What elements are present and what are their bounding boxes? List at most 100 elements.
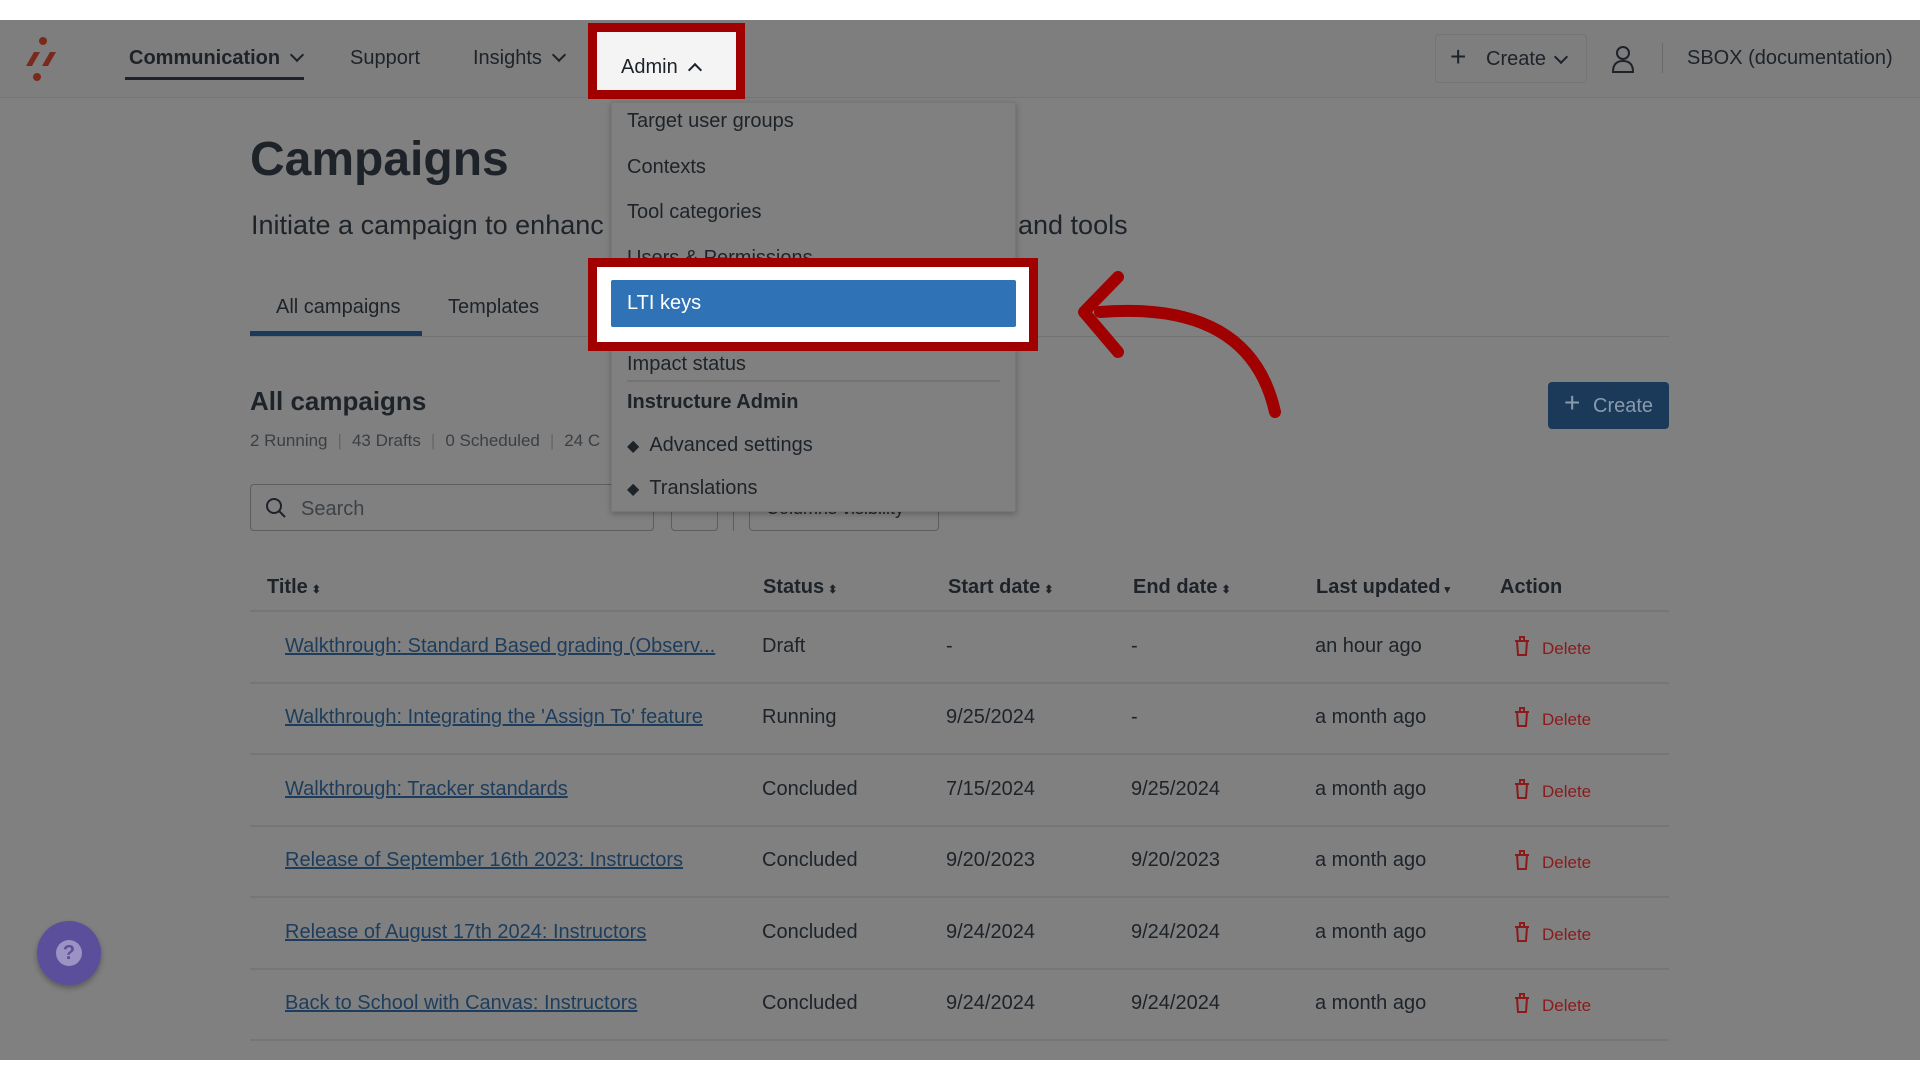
delete-label: Delete xyxy=(1542,996,1592,1015)
create-campaign-button[interactable]: + Create xyxy=(1548,382,1669,429)
sort-icon: ⬍ xyxy=(828,584,838,596)
delete-label: Delete xyxy=(1542,925,1592,944)
campaign-title-link[interactable]: Release of September 16th 2023: Instruct… xyxy=(285,849,683,872)
campaign-start-date: 9/24/2024 xyxy=(946,921,1035,943)
nav-admin-label: Admin xyxy=(621,56,678,78)
help-button[interactable]: ? xyxy=(37,921,101,985)
trash-icon xyxy=(1515,850,1529,870)
plus-icon: + xyxy=(1564,387,1581,418)
sort-icon: ⬍ xyxy=(1044,584,1054,596)
menu-item-contexts[interactable]: Contexts xyxy=(627,156,706,179)
column-end-label: End date xyxy=(1133,576,1218,598)
menu-item-tool-categories[interactable]: Tool categories xyxy=(627,201,762,224)
row-divider xyxy=(250,682,1669,684)
campaign-end-date: 9/25/2024 xyxy=(1131,778,1220,800)
account-name[interactable]: SBOX (documentation) xyxy=(1687,47,1893,70)
row-divider xyxy=(250,968,1669,970)
tab-templates[interactable]: Templates xyxy=(448,296,539,319)
column-last-updated[interactable]: Last updated ▾ xyxy=(1316,576,1450,599)
page-subtitle-start: Initiate a campaign to enhanc xyxy=(251,210,604,240)
campaign-status: Running xyxy=(762,706,837,728)
instructure-icon: ◆ xyxy=(627,438,640,455)
plus-icon: + xyxy=(1450,41,1467,72)
campaign-title-link[interactable]: Walkthrough: Integrating the 'Assign To'… xyxy=(285,706,703,729)
nav-support[interactable]: Support xyxy=(350,47,420,70)
instructure-icon: ◆ xyxy=(627,481,640,498)
chevron-down-icon xyxy=(551,47,567,63)
trash-icon xyxy=(1515,707,1529,727)
trash-icon xyxy=(1515,779,1529,799)
campaign-end-date: 9/24/2024 xyxy=(1131,921,1220,943)
campaign-start-date: 9/20/2023 xyxy=(946,849,1035,871)
campaign-title-link[interactable]: Walkthrough: Standard Based grading (Obs… xyxy=(285,635,715,658)
campaign-title-link[interactable]: Release of August 17th 2024: Instructors xyxy=(285,921,646,944)
active-tab-indicator xyxy=(250,331,422,336)
delete-button[interactable]: Delete xyxy=(1512,992,1591,1017)
campaign-title-link[interactable]: Back to School with Canvas: Instructors xyxy=(285,992,637,1015)
create-menu-button[interactable]: + Create xyxy=(1435,34,1587,83)
nav-communication[interactable]: Communication xyxy=(129,47,305,70)
user-icon[interactable] xyxy=(1610,44,1636,74)
column-start-label: Start date xyxy=(948,576,1041,598)
row-divider xyxy=(250,825,1669,827)
nav-communication-label: Communication xyxy=(129,47,281,69)
campaign-last-updated: a month ago xyxy=(1315,706,1427,728)
row-divider xyxy=(250,753,1669,755)
app-logo[interactable] xyxy=(20,36,64,82)
campaign-end-date: 9/20/2023 xyxy=(1131,849,1220,871)
campaign-stats: 2 Running | 43 Drafts | 0 Scheduled | 24 C xyxy=(250,431,601,450)
column-title[interactable]: Title ⬍ xyxy=(267,576,321,599)
campaign-title-link[interactable]: Walkthrough: Tracker standards xyxy=(285,778,568,801)
sort-icon: ⬍ xyxy=(1221,584,1231,596)
campaign-last-updated: an hour ago xyxy=(1315,635,1422,657)
delete-button[interactable]: Delete xyxy=(1512,921,1591,946)
menu-item-impact-status[interactable]: Impact status xyxy=(627,353,746,376)
delete-button[interactable]: Delete xyxy=(1512,849,1591,874)
campaign-end-date: - xyxy=(1131,635,1138,657)
campaign-last-updated: a month ago xyxy=(1315,778,1427,800)
delete-button[interactable]: Delete xyxy=(1512,778,1591,803)
nav-divider xyxy=(1662,43,1663,73)
question-icon: ? xyxy=(56,940,82,966)
column-start-date[interactable]: Start date ⬍ xyxy=(948,576,1053,599)
nav-admin[interactable]: Admin xyxy=(588,23,745,99)
tab-all-campaigns[interactable]: All campaigns xyxy=(276,296,401,319)
stat-concluded: 24 C xyxy=(564,431,601,450)
column-updated-label: Last updated xyxy=(1316,576,1441,598)
nav-insights-label: Insights xyxy=(473,47,542,69)
section-title: All campaigns xyxy=(250,386,427,416)
menu-item-translations[interactable]: ◆ Translations xyxy=(627,477,758,500)
active-nav-underline xyxy=(125,77,304,80)
column-end-date[interactable]: End date ⬍ xyxy=(1133,576,1231,599)
stat-drafts: 43 Drafts xyxy=(351,431,421,450)
page-title: Campaigns xyxy=(250,133,509,186)
search-placeholder: Search xyxy=(301,498,365,520)
delete-button[interactable]: Delete xyxy=(1512,635,1591,660)
menu-item-advanced-settings[interactable]: ◆ Advanced settings xyxy=(627,434,813,457)
chevron-down-icon xyxy=(290,47,305,63)
row-divider xyxy=(250,1039,1669,1041)
delete-label: Delete xyxy=(1542,782,1592,801)
trash-icon xyxy=(1515,993,1529,1013)
page-subtitle-end: and tools xyxy=(1018,210,1128,240)
search-input[interactable]: Search xyxy=(250,484,654,531)
row-divider xyxy=(250,896,1669,898)
delete-button[interactable]: Delete xyxy=(1512,706,1591,731)
column-action: Action xyxy=(1500,576,1563,598)
column-status-label: Status xyxy=(763,576,825,598)
delete-label: Delete xyxy=(1542,710,1592,729)
campaign-start-date: 9/25/2024 xyxy=(946,706,1035,728)
campaign-status: Concluded xyxy=(762,778,858,800)
sort-desc-icon: ▾ xyxy=(1444,584,1450,596)
menu-item-target-user-groups[interactable]: Target user groups xyxy=(627,110,794,133)
campaign-start-date: 7/15/2024 xyxy=(946,778,1035,800)
menu-item-lti-keys[interactable]: LTI keys xyxy=(611,280,1016,327)
campaign-start-date: 9/24/2024 xyxy=(946,992,1035,1014)
create-campaign-label: Create xyxy=(1593,395,1654,417)
campaign-end-date: - xyxy=(1131,706,1138,728)
advanced-settings-label: Advanced settings xyxy=(649,434,813,456)
campaign-end-date: 9/24/2024 xyxy=(1131,992,1220,1014)
column-status[interactable]: Status ⬍ xyxy=(763,576,837,599)
header-divider xyxy=(250,610,1669,612)
nav-insights[interactable]: Insights xyxy=(473,47,567,70)
